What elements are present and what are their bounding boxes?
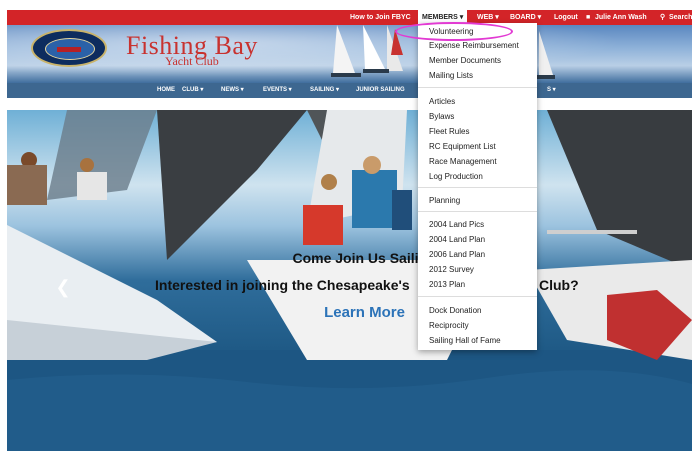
menu-item-planning[interactable]: Planning bbox=[429, 195, 460, 206]
user-account-link[interactable]: Julie Ann Wash bbox=[595, 10, 647, 25]
hero-carousel: ❮ Come Join Us Saili Interested in joini… bbox=[7, 110, 692, 451]
menu-item-articles[interactable]: Articles bbox=[429, 96, 455, 107]
menu-item-expense-reimbursement[interactable]: Expense Reimbursement bbox=[429, 40, 519, 51]
menu-divider bbox=[418, 187, 537, 188]
hero-headline-text: Come Join Us Saili bbox=[292, 250, 419, 266]
menu-item-2006-land-plan[interactable]: 2006 Land Plan bbox=[429, 249, 485, 260]
user-icon: ■ bbox=[586, 14, 591, 21]
menu-item-race-management[interactable]: Race Management bbox=[429, 156, 497, 167]
learn-more-button[interactable]: Learn More bbox=[307, 301, 422, 325]
nav-item-news[interactable]: NEWS ▾ bbox=[221, 83, 244, 98]
carousel-prev-icon[interactable]: ❮ bbox=[55, 278, 71, 296]
nav-item-events[interactable]: EVENTS ▾ bbox=[263, 83, 292, 98]
logo-subtitle: Yacht Club bbox=[165, 54, 219, 68]
menu-item-bylaws[interactable]: Bylaws bbox=[429, 111, 454, 122]
nav-item-more[interactable]: S ▾ bbox=[547, 83, 556, 98]
main-nav: HOME CLUB ▾ NEWS ▾ EVENTS ▾ SAILING ▾ JU… bbox=[7, 83, 692, 98]
highlight-circle-annotation bbox=[395, 22, 513, 41]
logout-link[interactable]: Logout bbox=[554, 10, 578, 25]
club-burgee-logo[interactable] bbox=[31, 29, 107, 67]
hero-subheadline-left: Interested in joining the Chesapeake's bbox=[155, 277, 410, 293]
menu-item-fleet-rules[interactable]: Fleet Rules bbox=[429, 126, 469, 137]
nav-item-club[interactable]: CLUB ▾ bbox=[182, 83, 203, 98]
menu-item-2013-plan[interactable]: 2013 Plan bbox=[429, 279, 465, 290]
menu-item-2004-land-pics[interactable]: 2004 Land Pics bbox=[429, 219, 484, 230]
nav-item-home[interactable]: HOME bbox=[157, 83, 175, 98]
search-icon[interactable]: ⚲ bbox=[660, 10, 665, 25]
nav-item-sailing[interactable]: SAILING ▾ bbox=[310, 83, 339, 98]
burgee-band bbox=[57, 47, 81, 52]
hero-headline: Come Join Us Saili bbox=[7, 250, 692, 266]
menu-divider bbox=[418, 296, 537, 297]
members-dropdown-menu: Volunteering Expense Reimbursement Membe… bbox=[418, 23, 537, 350]
menu-item-sailing-hall-of-fame[interactable]: Sailing Hall of Fame bbox=[429, 335, 501, 346]
menu-item-2004-land-plan[interactable]: 2004 Land Plan bbox=[429, 234, 485, 245]
menu-item-2012-survey[interactable]: 2012 Survey bbox=[429, 264, 474, 275]
menu-divider bbox=[418, 211, 537, 212]
search-link[interactable]: Search bbox=[669, 10, 692, 25]
menu-item-mailing-lists[interactable]: Mailing Lists bbox=[429, 70, 473, 81]
menu-divider bbox=[418, 87, 537, 88]
utility-bar: How to Join FBYC MEMBERS ▾ WEB ▾ BOARD ▾… bbox=[7, 10, 692, 25]
menu-item-reciprocity[interactable]: Reciprocity bbox=[429, 320, 469, 331]
nav-item-junior-sailing[interactable]: JUNIOR SAILING bbox=[356, 83, 405, 98]
menu-item-dock-donation[interactable]: Dock Donation bbox=[429, 305, 481, 316]
how-to-join-link[interactable]: How to Join FBYC bbox=[350, 10, 411, 25]
menu-item-member-documents[interactable]: Member Documents bbox=[429, 55, 501, 66]
menu-item-rc-equipment-list[interactable]: RC Equipment List bbox=[429, 141, 496, 152]
hero-subheadline-right: Club? bbox=[539, 277, 579, 293]
menu-item-log-production[interactable]: Log Production bbox=[429, 171, 483, 182]
site-header: Fishing Bay Yacht Club bbox=[7, 25, 692, 83]
